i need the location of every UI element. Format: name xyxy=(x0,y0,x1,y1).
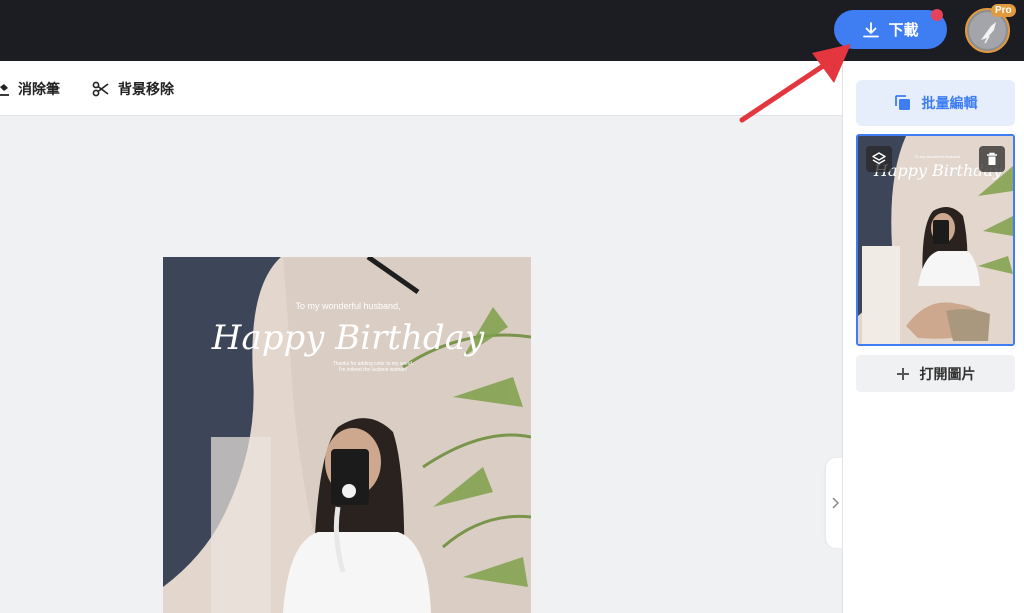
notification-dot xyxy=(931,9,943,21)
download-icon xyxy=(863,21,880,37)
photo-line4: I'm indeed the luckiest woman! xyxy=(339,367,407,373)
download-label: 下載 xyxy=(888,22,919,39)
layers-icon xyxy=(872,152,886,165)
background-remove-tool[interactable]: 背景移除 xyxy=(92,61,174,116)
eraser-tool[interactable]: 消除筆 xyxy=(0,61,60,116)
photo-title: Happy Birthday xyxy=(211,318,485,358)
open-image-button[interactable]: 打開圖片 xyxy=(856,355,1015,392)
layers-button[interactable] xyxy=(866,146,892,172)
background-remove-label: 背景移除 xyxy=(118,80,174,97)
image-thumbnail[interactable]: Happy Birthday To my wonderful husband, xyxy=(856,134,1015,346)
plus-icon xyxy=(896,367,909,380)
thumbnail-line1: To my wonderful husband, xyxy=(915,154,962,159)
trash-icon xyxy=(987,152,997,165)
photo-illustration: To my wonderful husband, Happy Birthday … xyxy=(163,257,531,613)
eraser-label: 消除筆 xyxy=(18,80,60,97)
bird-avatar-icon xyxy=(981,22,996,44)
batch-edit-label: 批量編輯 xyxy=(921,95,978,111)
photo-preview[interactable]: To my wonderful husband, Happy Birthday … xyxy=(163,257,531,613)
pro-badge: Pro xyxy=(991,4,1016,17)
open-image-label: 打開圖片 xyxy=(919,365,976,382)
download-button[interactable]: 下載 xyxy=(834,9,947,49)
scissors-icon xyxy=(92,81,109,96)
delete-image-button[interactable] xyxy=(979,146,1005,172)
batch-edit-button[interactable]: 批量編輯 xyxy=(856,80,1015,126)
edit-toolbar: 消除筆 背景移除 xyxy=(0,61,842,116)
eraser-icon xyxy=(0,83,9,96)
chevron-right-icon xyxy=(832,497,839,509)
layers-copy-icon xyxy=(894,95,910,110)
photo-line1: To my wonderful husband, xyxy=(295,301,400,311)
